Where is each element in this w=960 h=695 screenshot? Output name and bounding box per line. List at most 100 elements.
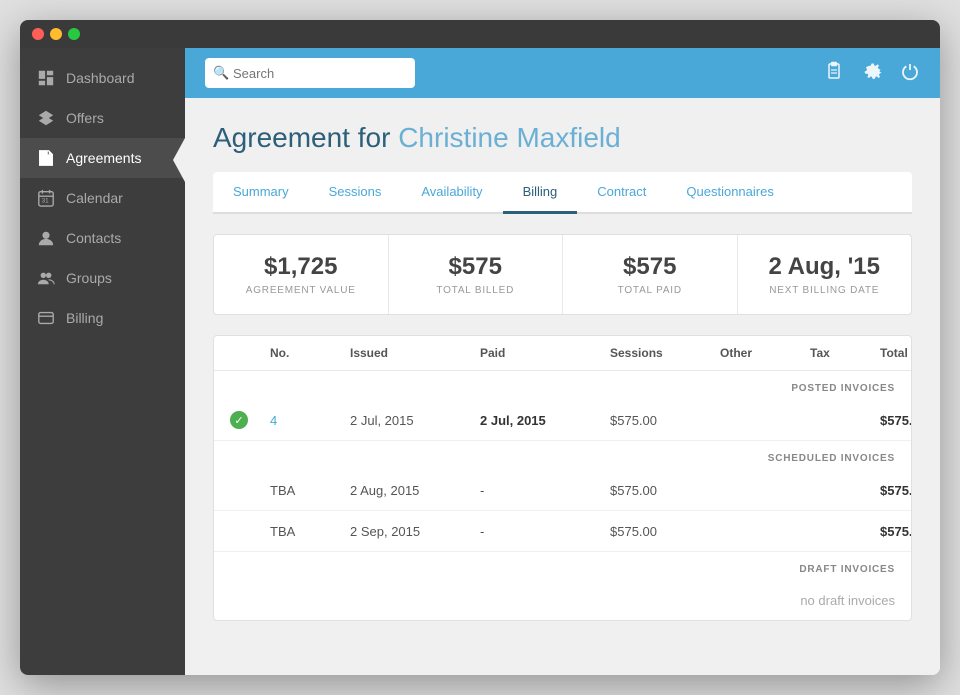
page-title-prefix: Agreement for (213, 122, 390, 153)
dashboard-icon (36, 68, 56, 88)
app-window: Dashboard Offers (20, 20, 940, 675)
sidebar-item-label: Contacts (66, 230, 121, 246)
paid-cell: - (480, 483, 610, 498)
sessions-cell: $575.00 (610, 413, 720, 428)
check-icon: ✓ (230, 411, 248, 429)
sidebar-item-agreements[interactable]: Agreements (20, 138, 185, 178)
page-title-name: Christine Maxfield (398, 122, 621, 153)
minimize-dot[interactable] (50, 28, 62, 40)
agreements-icon (36, 148, 56, 168)
summary-card-next-billing: 2 Aug, '15 NEXT BILLING DATE (738, 235, 912, 314)
total-billed-value: $575 (409, 253, 543, 281)
paid-cell: - (480, 524, 610, 539)
search-wrap: 🔍 (205, 58, 415, 88)
total-billed-label: TOTAL BILLED (409, 285, 543, 296)
settings-icon[interactable] (862, 61, 882, 86)
col-issued: Issued (350, 346, 480, 360)
col-tax: Tax (810, 346, 880, 360)
no-cell: TBA (270, 524, 350, 539)
sidebar-item-calendar[interactable]: 31 Calendar (20, 178, 185, 218)
tab-summary[interactable]: Summary (213, 172, 309, 214)
tab-contract[interactable]: Contract (577, 172, 666, 214)
agreement-value-label: AGREEMENT VALUE (234, 285, 368, 296)
sidebar-item-offers[interactable]: Offers (20, 98, 185, 138)
sidebar-item-label: Agreements (66, 150, 141, 166)
next-billing-value: 2 Aug, '15 (758, 253, 892, 281)
table-row: ✓ 4 2 Jul, 2015 2 Jul, 2015 $575.00 $575… (214, 400, 911, 441)
tab-billing[interactable]: Billing (503, 172, 578, 214)
maximize-dot[interactable] (68, 28, 80, 40)
header-bar: 🔍 (185, 48, 940, 98)
total-paid-value: $575 (583, 253, 717, 281)
close-dot[interactable] (32, 28, 44, 40)
next-billing-label: NEXT BILLING DATE (758, 285, 892, 296)
table-row: TBA 2 Sep, 2015 - $575.00 $575.00 ⚙ ▾ (214, 511, 911, 552)
groups-icon (36, 268, 56, 288)
issued-cell: 2 Jul, 2015 (350, 413, 480, 428)
issued-cell: 2 Aug, 2015 (350, 483, 480, 498)
total-paid-label: TOTAL PAID (583, 285, 717, 296)
tab-questionnaires[interactable]: Questionnaires (666, 172, 793, 214)
sidebar-item-label: Offers (66, 110, 104, 126)
check-cell: ✓ (230, 411, 270, 429)
sidebar-item-label: Calendar (66, 190, 123, 206)
main-area: 🔍 (185, 48, 940, 675)
total-cell: $575.00 ⚙ ▾ (880, 521, 912, 541)
col-sessions: Sessions (610, 346, 720, 360)
no-cell: TBA (270, 483, 350, 498)
table-row: TBA 2 Aug, 2015 - $575.00 $575.00 ⚙ ▾ (214, 470, 911, 511)
paid-cell: 2 Jul, 2015 (480, 413, 610, 428)
sessions-cell: $575.00 (610, 483, 720, 498)
calendar-icon: 31 (36, 188, 56, 208)
page-title: Agreement for Christine Maxfield (213, 122, 912, 154)
titlebar (20, 20, 940, 48)
app-body: Dashboard Offers (20, 48, 940, 675)
sidebar-item-billing[interactable]: Billing (20, 298, 185, 338)
billing-icon (36, 308, 56, 328)
total-cell: $575.00 ⚙ ▾ (880, 480, 912, 500)
col-check (230, 346, 270, 360)
total-amount: $575.00 (880, 524, 912, 539)
offers-icon (36, 108, 56, 128)
power-icon[interactable] (900, 61, 920, 86)
col-paid: Paid (480, 346, 610, 360)
search-icon: 🔍 (213, 65, 229, 81)
header-icons (824, 61, 920, 86)
section-scheduled-invoices: SCHEDULED INVOICES (214, 441, 911, 470)
table-header: No. Issued Paid Sessions Other Tax Total (214, 336, 911, 371)
agreement-value: $1,725 (234, 253, 368, 281)
col-total: Total (880, 346, 908, 360)
svg-text:31: 31 (42, 198, 50, 205)
invoice-table: No. Issued Paid Sessions Other Tax Total… (213, 335, 912, 621)
no-cell: 4 (270, 413, 350, 428)
sessions-cell: $575.00 (610, 524, 720, 539)
sidebar: Dashboard Offers (20, 48, 185, 675)
issued-cell: 2 Sep, 2015 (350, 524, 480, 539)
tabs-bar: Summary Sessions Availability Billing Co… (213, 172, 912, 214)
col-no: No. (270, 346, 350, 360)
section-draft-invoices: DRAFT INVOICES (214, 552, 911, 581)
no-draft-invoices: no draft invoices (214, 581, 911, 620)
clipboard-icon[interactable] (824, 61, 844, 86)
sidebar-item-groups[interactable]: Groups (20, 258, 185, 298)
sidebar-item-label: Groups (66, 270, 112, 286)
total-amount: $575.00 (880, 413, 912, 428)
col-other: Other (720, 346, 810, 360)
summary-cards: $1,725 AGREEMENT VALUE $575 TOTAL BILLED… (213, 234, 912, 315)
total-amount: $575.00 (880, 483, 912, 498)
sidebar-item-dashboard[interactable]: Dashboard (20, 58, 185, 98)
sidebar-item-label: Dashboard (66, 70, 135, 86)
summary-card-total-paid: $575 TOTAL PAID (563, 235, 738, 314)
content-area: Agreement for Christine Maxfield Summary… (185, 98, 940, 675)
sidebar-item-contacts[interactable]: Contacts (20, 218, 185, 258)
invoice-number-link[interactable]: 4 (270, 413, 277, 428)
search-input[interactable] (205, 58, 415, 88)
summary-card-agreement-value: $1,725 AGREEMENT VALUE (214, 235, 389, 314)
summary-card-total-billed: $575 TOTAL BILLED (389, 235, 564, 314)
total-cell: $575.00 ⚙ ▾ (880, 410, 912, 430)
tab-sessions[interactable]: Sessions (309, 172, 402, 214)
sidebar-item-label: Billing (66, 310, 103, 326)
contacts-icon (36, 228, 56, 248)
tab-availability[interactable]: Availability (401, 172, 502, 214)
section-posted-invoices: POSTED INVOICES (214, 371, 911, 400)
